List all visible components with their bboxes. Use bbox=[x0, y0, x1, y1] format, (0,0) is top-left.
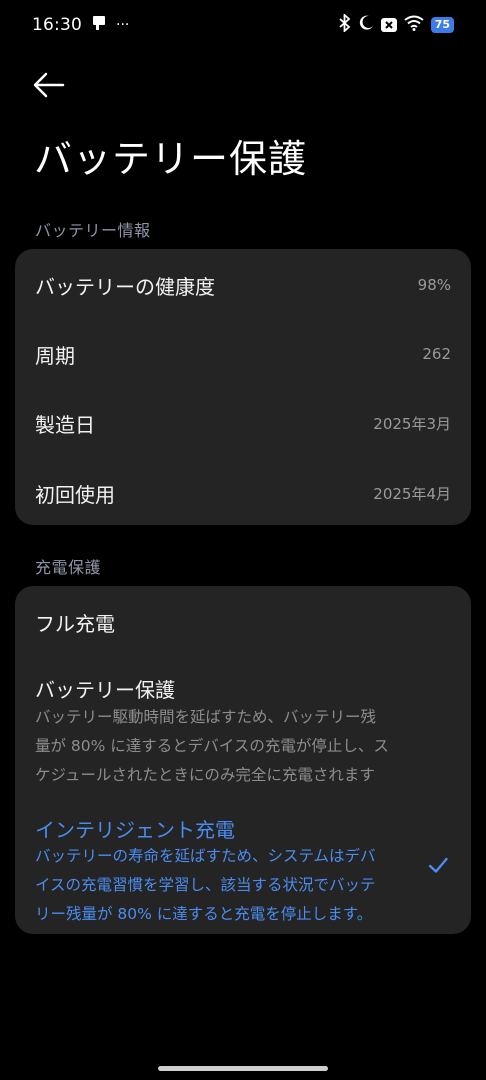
cycle-count-row: 周期 262 bbox=[35, 339, 451, 369]
manufacture-date-value: 2025年3月 bbox=[373, 414, 451, 433]
battery-protection-desc-line: 量が 80% に達するとデバイスの充電が停止し、ス bbox=[35, 737, 389, 755]
status-left: 16:30 ··· bbox=[32, 15, 129, 36]
status-time: 16:30 bbox=[32, 15, 82, 35]
wifi-icon bbox=[404, 15, 424, 36]
cycle-count-label: 周期 bbox=[35, 343, 75, 368]
battery-info-card: バッテリーの健康度 98% 周期 262 製造日 2025年3月 初回使用 20… bbox=[15, 249, 471, 525]
full-charge-title: フル充電 bbox=[35, 612, 115, 636]
battery-protection-desc-line: バッテリー駆動時間を延ばすため、バッテリー残 bbox=[35, 708, 377, 726]
option-intelligent-charging[interactable]: インテリジェント充電 バッテリーの寿命を延ばすため、システムはデバ イスの充電習… bbox=[15, 798, 471, 928]
more-notifications-icon: ··· bbox=[116, 17, 130, 33]
manufacture-date-label: 製造日 bbox=[35, 412, 95, 437]
selected-check-icon bbox=[428, 857, 448, 873]
status-bar: 16:30 ··· 75 bbox=[0, 0, 486, 50]
intelligent-charging-desc-line: バッテリーの寿命を延ばすため、システムはデバ bbox=[35, 847, 376, 865]
manufacture-date-row: 製造日 2025年3月 bbox=[35, 408, 451, 438]
option-battery-protection[interactable]: バッテリー保護 バッテリー駆動時間を延ばすため、バッテリー残 量が 80% に達… bbox=[15, 660, 471, 790]
page-title: バッテリー保護 bbox=[34, 137, 308, 181]
battery-health-value: 98% bbox=[417, 276, 451, 294]
option-full-charge[interactable]: フル充電 bbox=[15, 586, 471, 658]
battery-info-section-title: バッテリー情報 bbox=[35, 221, 151, 240]
home-indicator[interactable] bbox=[158, 1066, 328, 1071]
charge-protection-section-title: 充電保護 bbox=[35, 558, 102, 577]
battery-protection-description: バッテリー駆動時間を延ばすため、バッテリー残 量が 80% に達するとデバイスの… bbox=[35, 703, 427, 790]
battery-health-label: バッテリーの健康度 bbox=[35, 274, 215, 299]
bluetooth-icon bbox=[339, 12, 351, 37]
back-button[interactable] bbox=[32, 70, 66, 100]
intelligent-charging-description: バッテリーの寿命を延ばすため、システムはデバ イスの充電習慣を学習し、該当する状… bbox=[35, 842, 417, 929]
notification-icon bbox=[92, 15, 106, 36]
status-right: 75 bbox=[339, 12, 454, 37]
intelligent-charging-desc-line: リー残量が 80% に達すると充電を停止します。 bbox=[35, 905, 373, 923]
intelligent-charging-desc-line: イスの充電習慣を学習し、該当する状況でバッテ bbox=[35, 876, 376, 894]
first-use-value: 2025年4月 bbox=[373, 484, 451, 503]
battery-level-badge: 75 bbox=[430, 17, 454, 33]
battery-health-row: バッテリーの健康度 98% bbox=[35, 270, 451, 300]
back-arrow-icon bbox=[33, 72, 65, 98]
charge-protection-card: フル充電 バッテリー保護 バッテリー駆動時間を延ばすため、バッテリー残 量が 8… bbox=[15, 586, 471, 934]
first-use-row: 初回使用 2025年4月 bbox=[35, 478, 451, 508]
battery-protection-desc-line: ケジュールされたときにのみ完全に充電されます bbox=[35, 766, 375, 784]
do-not-disturb-moon-icon bbox=[358, 15, 374, 36]
first-use-label: 初回使用 bbox=[35, 482, 115, 507]
intelligent-charging-title: インテリジェント充電 bbox=[35, 818, 235, 842]
cycle-count-value: 262 bbox=[422, 345, 451, 363]
battery-protection-title: バッテリー保護 bbox=[35, 678, 175, 702]
no-sim-icon bbox=[380, 18, 397, 32]
